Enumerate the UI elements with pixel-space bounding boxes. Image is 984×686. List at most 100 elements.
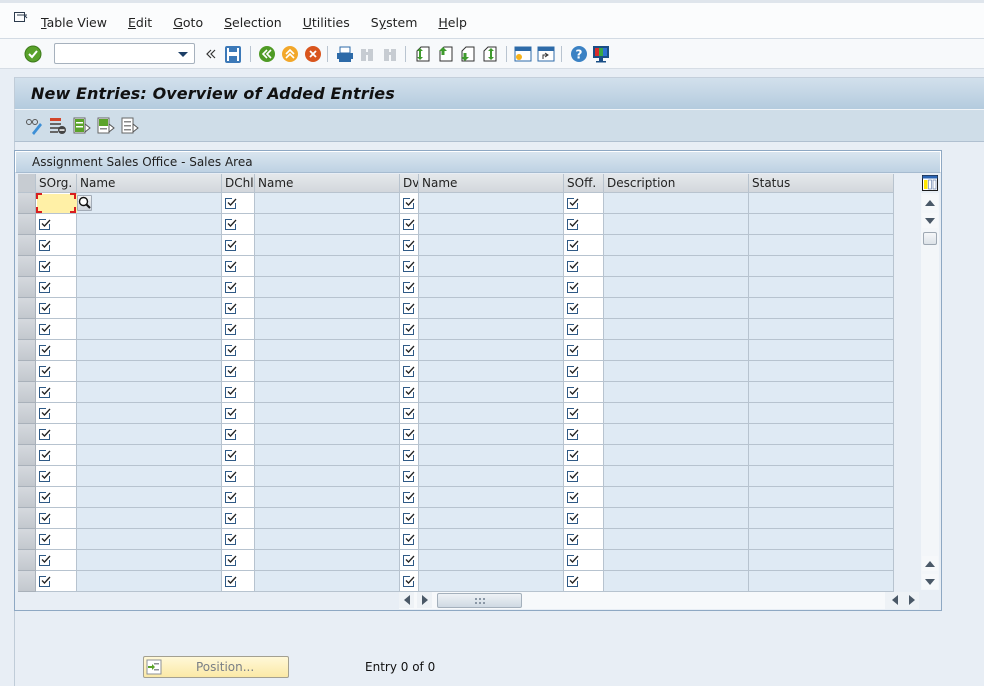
shortcut-icon[interactable] bbox=[536, 44, 556, 64]
cell-soff[interactable] bbox=[564, 319, 604, 340]
cell-description[interactable] bbox=[604, 319, 749, 340]
horizontal-scrollbar[interactable] bbox=[399, 592, 891, 609]
cell-dv[interactable] bbox=[400, 214, 419, 235]
cell-dchl-name[interactable] bbox=[255, 424, 400, 445]
cell-soff[interactable] bbox=[564, 445, 604, 466]
select-all-icon[interactable] bbox=[73, 117, 91, 135]
cell-dv[interactable] bbox=[400, 529, 419, 550]
cell-dv-name[interactable] bbox=[419, 550, 564, 571]
cell-status[interactable] bbox=[749, 361, 894, 382]
row-selector[interactable] bbox=[18, 466, 36, 487]
scroll-left-button[interactable] bbox=[399, 592, 414, 608]
cell-dv-name[interactable] bbox=[419, 529, 564, 550]
cell-status[interactable] bbox=[749, 256, 894, 277]
back-icon[interactable] bbox=[257, 44, 277, 64]
cell-description[interactable] bbox=[604, 508, 749, 529]
cell-soff[interactable] bbox=[564, 424, 604, 445]
cell-sorg-name[interactable] bbox=[77, 571, 222, 592]
row-selector[interactable] bbox=[18, 214, 36, 235]
cell-status[interactable] bbox=[749, 445, 894, 466]
cell-dv-name[interactable] bbox=[419, 571, 564, 592]
vertical-scroll-thumb[interactable] bbox=[923, 232, 937, 245]
cell-sorg[interactable] bbox=[36, 235, 77, 256]
cell-sorg-name[interactable] bbox=[77, 361, 222, 382]
cell-soff[interactable] bbox=[564, 571, 604, 592]
cell-description[interactable] bbox=[604, 424, 749, 445]
menu-edit[interactable]: Edit bbox=[128, 15, 152, 30]
cell-dchl[interactable] bbox=[222, 298, 255, 319]
cell-dchl[interactable] bbox=[222, 466, 255, 487]
cell-sorg-name[interactable] bbox=[77, 193, 222, 214]
cell-description[interactable] bbox=[604, 256, 749, 277]
display-change-icon[interactable] bbox=[25, 117, 43, 135]
cell-sorg-name[interactable] bbox=[77, 214, 222, 235]
chevron-down-icon[interactable] bbox=[178, 52, 188, 57]
cell-status[interactable] bbox=[749, 529, 894, 550]
cell-description[interactable] bbox=[604, 487, 749, 508]
cell-dv[interactable] bbox=[400, 319, 419, 340]
column-header-description[interactable]: Description bbox=[604, 174, 749, 193]
cell-sorg-name[interactable] bbox=[77, 487, 222, 508]
cell-description[interactable] bbox=[604, 235, 749, 256]
cell-sorg[interactable] bbox=[36, 382, 77, 403]
cell-dchl[interactable] bbox=[222, 340, 255, 361]
cell-dchl[interactable] bbox=[222, 508, 255, 529]
cell-sorg[interactable] bbox=[36, 277, 77, 298]
deselect-all-icon[interactable] bbox=[121, 117, 139, 135]
column-header-dchl[interactable]: DChl bbox=[222, 174, 255, 193]
menu-utilities[interactable]: Utilities bbox=[303, 15, 350, 30]
cell-sorg-name[interactable] bbox=[77, 403, 222, 424]
column-header-dchl-name[interactable]: Name bbox=[255, 174, 400, 193]
cell-dchl-name[interactable] bbox=[255, 550, 400, 571]
scroll-left-end-button[interactable] bbox=[887, 592, 902, 608]
cell-dchl-name[interactable] bbox=[255, 256, 400, 277]
help-icon[interactable]: ? bbox=[569, 44, 589, 64]
cell-status[interactable] bbox=[749, 403, 894, 424]
menu-help[interactable]: Help bbox=[438, 15, 467, 30]
cell-soff[interactable] bbox=[564, 256, 604, 277]
print-icon[interactable] bbox=[335, 44, 355, 64]
cell-dchl-name[interactable] bbox=[255, 340, 400, 361]
cell-dv[interactable] bbox=[400, 382, 419, 403]
cell-sorg-name[interactable] bbox=[77, 529, 222, 550]
cell-status[interactable] bbox=[749, 550, 894, 571]
cell-status[interactable] bbox=[749, 214, 894, 235]
cell-dv-name[interactable] bbox=[419, 424, 564, 445]
cell-dchl-name[interactable] bbox=[255, 403, 400, 424]
cell-sorg[interactable] bbox=[36, 403, 77, 424]
cell-dchl-name[interactable] bbox=[255, 487, 400, 508]
scroll-right-button[interactable] bbox=[417, 592, 432, 608]
menu-table-view[interactable]: Table View bbox=[41, 15, 107, 30]
cell-soff[interactable] bbox=[564, 340, 604, 361]
vertical-scrollbar[interactable] bbox=[921, 193, 939, 590]
column-settings-icon[interactable] bbox=[922, 175, 938, 191]
cell-sorg-name[interactable] bbox=[77, 298, 222, 319]
cell-dchl[interactable] bbox=[222, 424, 255, 445]
cell-dchl-name[interactable] bbox=[255, 529, 400, 550]
cell-dchl[interactable] bbox=[222, 256, 255, 277]
scroll-down-button[interactable] bbox=[922, 213, 938, 228]
cell-sorg[interactable] bbox=[36, 298, 77, 319]
cell-dchl[interactable] bbox=[222, 277, 255, 298]
cell-dv[interactable] bbox=[400, 340, 419, 361]
cell-sorg[interactable] bbox=[36, 508, 77, 529]
cell-dv-name[interactable] bbox=[419, 277, 564, 298]
cell-description[interactable] bbox=[604, 193, 749, 214]
menu-system[interactable]: System bbox=[371, 15, 418, 30]
cancel-icon[interactable] bbox=[303, 44, 323, 64]
cell-status[interactable] bbox=[749, 193, 894, 214]
exit-icon[interactable] bbox=[280, 44, 300, 64]
cell-sorg-name[interactable] bbox=[77, 382, 222, 403]
cell-dchl-name[interactable] bbox=[255, 571, 400, 592]
last-page-icon[interactable] bbox=[480, 44, 500, 64]
cell-sorg[interactable] bbox=[36, 424, 77, 445]
cell-description[interactable] bbox=[604, 403, 749, 424]
row-selector[interactable] bbox=[18, 256, 36, 277]
cell-sorg-name[interactable] bbox=[77, 235, 222, 256]
cell-dchl-name[interactable] bbox=[255, 214, 400, 235]
cell-soff[interactable] bbox=[564, 214, 604, 235]
cell-soff[interactable] bbox=[564, 466, 604, 487]
cell-soff[interactable] bbox=[564, 193, 604, 214]
collapse-icon[interactable] bbox=[201, 44, 221, 64]
page-up-button[interactable] bbox=[922, 556, 938, 571]
